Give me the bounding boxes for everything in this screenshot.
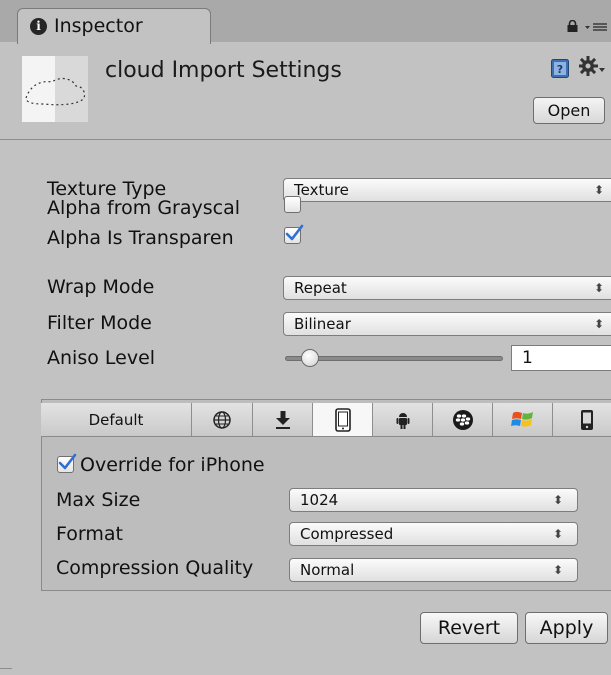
dropdown-arrows-icon: ⬍ xyxy=(552,493,563,507)
import-settings-title: cloud Import Settings xyxy=(105,58,342,83)
aniso-level-slider-handle[interactable] xyxy=(301,349,319,367)
panel-bottom-edge xyxy=(0,668,12,669)
tab-inspector[interactable]: i Inspector xyxy=(17,8,211,44)
checkmark-icon xyxy=(58,453,77,470)
platform-tabs: Default xyxy=(41,403,611,436)
dropdown-arrows-icon: ⬍ xyxy=(552,527,563,541)
apply-button[interactable]: Apply xyxy=(525,612,608,644)
gear-icon[interactable] xyxy=(579,56,607,78)
filter-mode-dropdown[interactable]: Bilinear ⬍ xyxy=(283,312,611,336)
dropdown-arrows-icon: ⬍ xyxy=(593,317,604,331)
checkmark-icon xyxy=(285,224,304,241)
texture-type-dropdown[interactable]: Texture ⬍ xyxy=(283,178,611,202)
platform-tabs-divider xyxy=(41,436,611,437)
help-icon[interactable]: ? xyxy=(551,59,569,78)
alpha-from-grayscale-checkbox[interactable] xyxy=(284,196,301,213)
download-icon xyxy=(275,410,290,429)
override-for-iphone-checkbox[interactable] xyxy=(57,453,77,473)
header-divider xyxy=(0,139,611,140)
texture-preview-thumbnail xyxy=(22,56,88,122)
tab-standalone[interactable] xyxy=(253,403,313,436)
tab-iphone[interactable] xyxy=(313,403,373,436)
tab-web[interactable] xyxy=(192,403,253,436)
max-size-label: Max Size xyxy=(56,489,141,511)
dropdown-arrows-icon: ⬍ xyxy=(593,183,604,197)
revert-button[interactable]: Revert xyxy=(420,612,518,644)
override-for-iphone-label: Override for iPhone xyxy=(80,454,265,476)
alpha-from-grayscale-label: Alpha from Grayscal xyxy=(47,197,241,219)
tab-default[interactable]: Default xyxy=(41,403,192,436)
format-value: Compressed xyxy=(300,525,394,543)
svg-text:?: ? xyxy=(557,63,563,76)
cloud-texture-image xyxy=(25,77,86,106)
lock-icon[interactable] xyxy=(566,20,579,32)
compression-quality-dropdown[interactable]: Normal ⬍ xyxy=(289,558,578,582)
tab-android[interactable] xyxy=(373,403,433,436)
phone-icon xyxy=(581,409,593,430)
format-dropdown[interactable]: Compressed ⬍ xyxy=(289,522,578,546)
wrap-mode-value: Repeat xyxy=(294,279,347,297)
globe-icon xyxy=(213,410,231,429)
tab-windows-phone[interactable] xyxy=(493,403,553,436)
filter-mode-value: Bilinear xyxy=(294,315,351,333)
max-size-dropdown[interactable]: 1024 ⬍ xyxy=(289,488,578,512)
tab-blackberry[interactable] xyxy=(433,403,493,436)
compression-quality-label: Compression Quality xyxy=(56,557,254,579)
format-label: Format xyxy=(56,523,123,545)
compression-quality-value: Normal xyxy=(300,561,355,579)
tab-default-label: Default xyxy=(88,410,144,429)
open-button[interactable]: Open xyxy=(533,97,605,124)
android-icon xyxy=(396,412,409,429)
aniso-level-label: Aniso Level xyxy=(47,347,156,369)
aniso-level-input[interactable]: 1 xyxy=(511,345,611,371)
windows-flag-icon xyxy=(510,411,533,427)
tab-phone[interactable] xyxy=(553,403,611,436)
filter-mode-label: Filter Mode xyxy=(47,312,152,334)
blackberry-icon xyxy=(452,409,473,430)
dropdown-arrows-icon: ⬍ xyxy=(552,563,563,577)
menu-icon[interactable] xyxy=(585,22,607,32)
tab-label: Inspector xyxy=(54,15,143,37)
wrap-mode-label: Wrap Mode xyxy=(47,276,155,298)
texture-type-value: Texture xyxy=(294,181,349,199)
iphone-icon xyxy=(334,407,351,432)
dropdown-arrows-icon: ⬍ xyxy=(593,281,604,295)
alpha-is-transparency-label: Alpha Is Transparen xyxy=(47,227,234,249)
alpha-is-transparency-checkbox[interactable] xyxy=(284,224,304,244)
info-icon: i xyxy=(30,18,47,35)
max-size-value: 1024 xyxy=(300,491,339,509)
wrap-mode-dropdown[interactable]: Repeat ⬍ xyxy=(283,276,611,300)
